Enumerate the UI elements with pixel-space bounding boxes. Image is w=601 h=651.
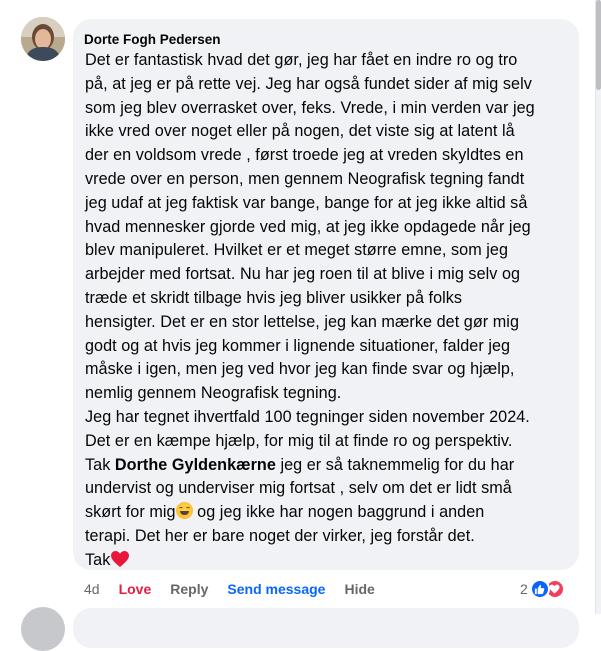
comment-line: Det er fantastisk hvad det gør, jeg har … bbox=[85, 51, 518, 69]
comment-line: blev manipuleret. Hvilket er et meget st… bbox=[85, 241, 509, 260]
comment-bubble: Dorte Fogh Pedersen Det er fantastisk hv… bbox=[73, 19, 579, 570]
comment-line: Jeg har tegnet ihvertfald 100 tegninger … bbox=[85, 407, 530, 426]
comment-line: der en voldsom vrede , først troede jeg … bbox=[85, 146, 524, 165]
send-message-button[interactable]: Send message bbox=[227, 581, 325, 597]
scrollbar-thumb[interactable] bbox=[596, 0, 601, 90]
comment-line: vrede over en person, men gennem Neograf… bbox=[85, 169, 525, 188]
avatar[interactable] bbox=[21, 17, 65, 61]
comment-line: godt og at hvis jeg kommer i lignende si… bbox=[85, 336, 511, 355]
line-20-before: skørt for mig bbox=[85, 503, 176, 522]
comment-line: Det er en kæmpe hjælp, for mig til at fi… bbox=[85, 431, 513, 450]
tak-prefix: Tak bbox=[85, 455, 115, 474]
comment-line: på, at jeg er på rette vej. Jeg har også… bbox=[85, 74, 532, 93]
next-comment-bubble bbox=[73, 608, 579, 648]
comment-line: terapi. Det her er bare noget der virker… bbox=[85, 526, 475, 545]
comment-line-mention: Tak Dorthe Gyldenkærne jeg er så taknemm… bbox=[85, 454, 567, 478]
comment-line: hensigter. Det er en stor lettelse, jeg … bbox=[85, 312, 520, 331]
comment-line: ikke vred over noget eller på nogen, det… bbox=[85, 122, 515, 141]
comment-body: Det er fantastisk hvad det gør, jeg har … bbox=[85, 49, 567, 573]
grinning-sweat-emoji bbox=[175, 502, 193, 520]
reply-button[interactable]: Reply bbox=[170, 581, 208, 597]
red-heart-emoji bbox=[111, 550, 130, 567]
comment-line: måske i igen, men jeg ved hvor jeg kan f… bbox=[85, 360, 515, 379]
like-icon bbox=[529, 579, 550, 599]
love-reaction-button[interactable]: Love bbox=[119, 581, 152, 597]
comment-line: nemlig gennem Neografisk tegning. bbox=[85, 384, 342, 403]
line-20-after: og jeg ikke har nogen baggrund i anden bbox=[192, 503, 485, 522]
closing-text: Tak bbox=[85, 550, 111, 569]
avatar-photo bbox=[21, 17, 65, 61]
comment-line-emoji: skørt for mig og jeg ikke har nogen bagg… bbox=[85, 501, 567, 525]
reaction-summary[interactable]: 2 bbox=[520, 578, 565, 600]
comment-line: som jeg blev overrasket over, feks. Vred… bbox=[85, 98, 535, 117]
comment-line: arbejder med fortsat. Nu har jeg roen ti… bbox=[85, 265, 521, 284]
comment-actions: 4d Love Reply Send message Hide bbox=[84, 578, 394, 600]
comment-line: undervist og underviser mig fortsat , se… bbox=[85, 479, 512, 498]
reaction-count: 2 bbox=[520, 581, 528, 597]
comment-author[interactable]: Dorte Fogh Pedersen bbox=[84, 31, 567, 49]
comment-line: jeg udaf at jeg faktisk var bange, bange… bbox=[85, 193, 528, 212]
comment-closing-line: Tak bbox=[85, 549, 567, 573]
tak-suffix: jeg er så taknemmelig for du har bbox=[275, 455, 515, 474]
comment-line: træde et skridt tilbage hvis jeg bliver … bbox=[85, 288, 463, 307]
comment-line: hvad mennesker gjorde ved mig, at jeg ik… bbox=[85, 217, 531, 236]
hide-button[interactable]: Hide bbox=[344, 581, 374, 597]
mention-link[interactable]: Dorthe Gyldenkærne bbox=[115, 456, 276, 474]
comment-timestamp[interactable]: 4d bbox=[84, 581, 100, 597]
scrollbar-track[interactable] bbox=[595, 0, 601, 614]
